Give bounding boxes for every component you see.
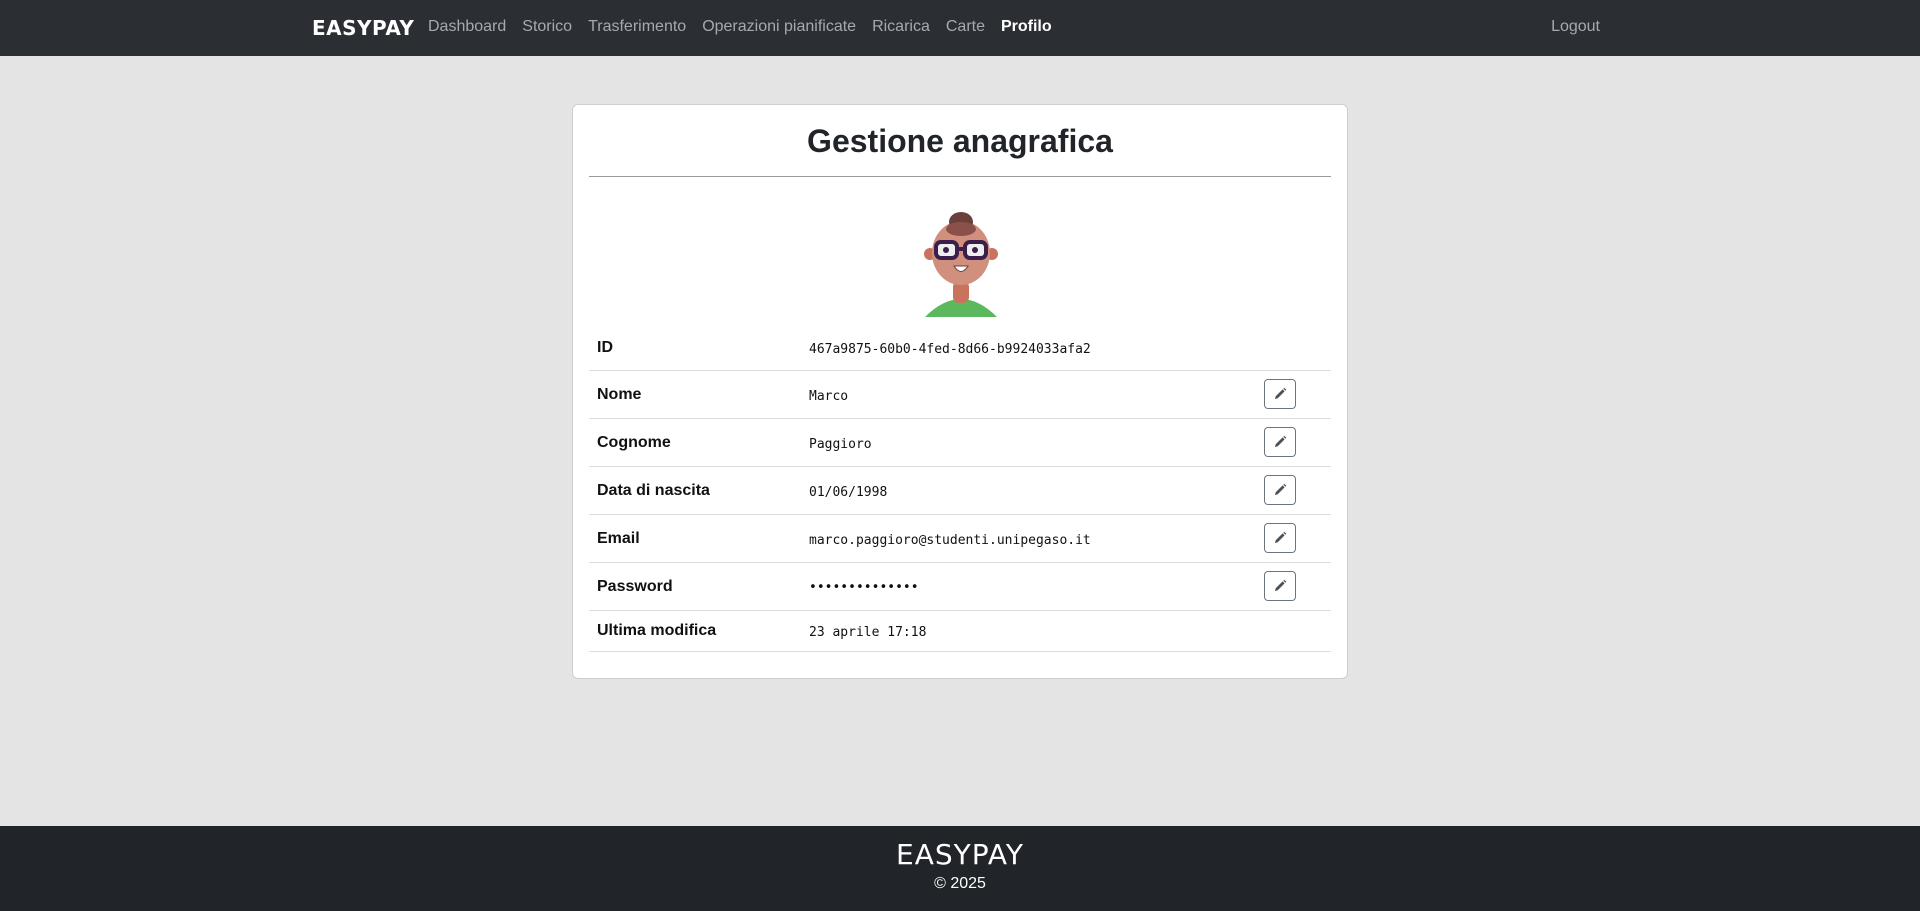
row-label: Ultima modifica [597,622,717,639]
footer-brand-logo: EASYPAY [896,838,1024,871]
edit-email-button[interactable] [1264,523,1296,553]
row-label: ID [597,339,613,356]
pencil-icon [1275,483,1287,495]
nav-links: Dashboard Storico Trasferimento Operazio… [428,18,1052,36]
page-title: Gestione anagrafica [807,123,1113,159]
profile-row-id: ID 467a9875-60b0-4fed-8d66-b9924033afa2 [589,327,1331,371]
edit-data-di-nascita-button[interactable] [1264,475,1296,505]
profile-row-data-di-nascita: Data di nascita 01/06/1998 [589,467,1331,515]
logout-link[interactable]: Logout [1551,18,1600,36]
brand-logo[interactable]: EASYPAY [312,16,414,40]
profile-row-ultima-modifica: Ultima modifica 23 aprile 17:18 [589,611,1331,652]
row-value: 01/06/1998 [809,485,888,500]
row-value: •••••••••••••• [809,580,919,595]
nav-link-storico[interactable]: Storico [522,18,572,36]
row-label: Nome [597,386,642,403]
pencil-icon [1275,579,1287,591]
edit-password-button[interactable] [1264,571,1296,601]
avatar-glasses-icon [924,212,998,317]
profile-row-cognome: Cognome Paggioro [589,419,1331,467]
nav-link-profilo[interactable]: Profilo [1001,18,1052,36]
page-footer: EASYPAY © 2025 [0,826,1920,911]
edit-nome-button[interactable] [1264,379,1296,409]
title-divider [589,176,1331,177]
pencil-icon [1275,435,1287,447]
profile-row-email: Email marco.paggioro@studenti.unipegaso.… [589,515,1331,563]
profile-card: Gestione anagrafica ID 467a9875-60b0-4fe… [572,104,1348,679]
row-label: Email [597,530,640,547]
edit-cognome-button[interactable] [1264,427,1296,457]
pencil-icon [1275,531,1287,543]
row-label: Cognome [597,434,671,451]
row-label: Data di nascita [597,482,710,499]
row-value: Paggioro [809,437,872,452]
row-value: Marco [809,389,849,404]
row-value: marco.paggioro@studenti.unipegaso.it [809,533,1091,548]
top-navbar: EASYPAY Dashboard Storico Trasferimento … [0,0,1920,56]
nav-link-ricarica[interactable]: Ricarica [872,18,930,36]
row-value: 467a9875-60b0-4fed-8d66-b9924033afa2 [809,342,1091,357]
row-value: 23 aprile 17:18 [809,625,927,640]
nav-link-trasferimento[interactable]: Trasferimento [588,18,686,36]
nav-link-dashboard[interactable]: Dashboard [428,18,506,36]
profile-rows: ID 467a9875-60b0-4fed-8d66-b9924033afa2 … [589,327,1331,652]
nav-link-operazioni-pianificate[interactable]: Operazioni pianificate [702,18,856,36]
profile-row-nome: Nome Marco [589,371,1331,419]
footer-copyright: © 2025 [934,875,986,892]
pencil-icon [1275,387,1287,399]
row-label: Password [597,578,673,595]
nav-link-carte[interactable]: Carte [946,18,985,36]
profile-row-password: Password •••••••••••••• [589,563,1331,611]
